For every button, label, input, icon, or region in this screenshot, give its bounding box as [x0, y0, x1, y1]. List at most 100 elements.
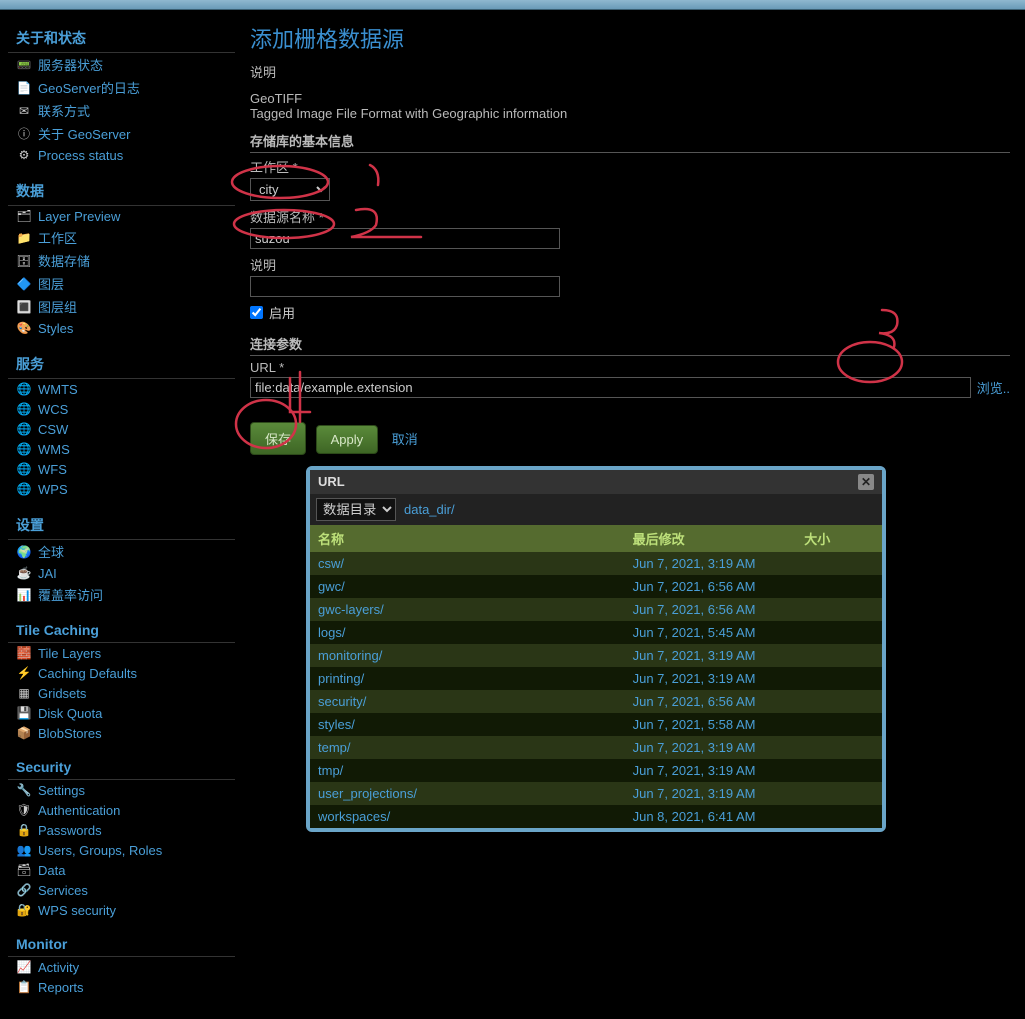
cancel-button[interactable]: 取消	[388, 423, 422, 454]
menu-icon: 🔧	[16, 782, 32, 798]
folder-link[interactable]: logs/	[318, 625, 345, 640]
table-row[interactable]: printing/Jun 7, 2021, 3:19 AM	[310, 667, 882, 690]
menu-icon: 🌍	[16, 544, 32, 560]
breadcrumb[interactable]: data_dir/	[404, 502, 455, 517]
sidebar-item-services[interactable]: 🔗Services	[8, 880, 235, 900]
sidebar-item-passwords[interactable]: 🔒Passwords	[8, 820, 235, 840]
folder-link[interactable]: temp/	[318, 740, 351, 755]
sidebar-item--[interactable]: ✉联系方式	[8, 99, 235, 122]
sidebar-item--[interactable]: 🔳图层组	[8, 295, 235, 318]
modified-cell: Jun 7, 2021, 3:19 AM	[625, 667, 797, 690]
sidebar-item-settings[interactable]: 🔧Settings	[8, 780, 235, 800]
window-titlebar	[0, 0, 1025, 10]
sidebar-item-reports[interactable]: 📋Reports	[8, 977, 235, 997]
folder-link[interactable]: csw/	[318, 556, 344, 571]
col-name[interactable]: 名称	[310, 525, 625, 552]
size-cell	[796, 713, 882, 736]
apply-button[interactable]: Apply	[316, 425, 379, 454]
sidebar-item--[interactable]: 🔷图层	[8, 272, 235, 295]
datasource-name-input[interactable]	[250, 228, 560, 249]
sidebar-item-authentication[interactable]: 🛡Authentication	[8, 800, 235, 820]
sidebar-item-gridsets[interactable]: ▦Gridsets	[8, 683, 235, 703]
table-row[interactable]: csw/Jun 7, 2021, 3:19 AM	[310, 552, 882, 575]
modified-cell: Jun 8, 2021, 6:41 AM	[625, 805, 797, 828]
folder-link[interactable]: printing/	[318, 671, 364, 686]
sidebar-item--[interactable]: 🗄数据存储	[8, 249, 235, 272]
url-label: URL *	[250, 360, 1010, 375]
table-row[interactable]: gwc/Jun 7, 2021, 6:56 AM	[310, 575, 882, 598]
folder-link[interactable]: user_projections/	[318, 786, 417, 801]
sidebar-item-activity[interactable]: 📈Activity	[8, 957, 235, 977]
folder-link[interactable]: workspaces/	[318, 809, 390, 824]
sidebar-item-wmts[interactable]: 🌐WMTS	[8, 379, 235, 399]
sidebar-item-data[interactable]: 🗃Data	[8, 860, 235, 880]
table-row[interactable]: styles/Jun 7, 2021, 5:58 AM	[310, 713, 882, 736]
menu-icon: 🌐	[16, 461, 32, 477]
menu-icon: 🎨	[16, 320, 32, 336]
sidebar-item-styles[interactable]: 🎨Styles	[8, 318, 235, 338]
sidebar-item-wfs[interactable]: 🌐WFS	[8, 459, 235, 479]
sidebar-item--geoserver[interactable]: ⓘ关于 GeoServer	[8, 122, 235, 145]
table-row[interactable]: user_projections/Jun 7, 2021, 3:19 AM	[310, 782, 882, 805]
sidebar-item-jai[interactable]: ☕JAI	[8, 563, 235, 583]
sidebar-item--[interactable]: 🌍全球	[8, 540, 235, 563]
col-size[interactable]: 大小	[796, 525, 882, 552]
folder-link[interactable]: security/	[318, 694, 366, 709]
folder-link[interactable]: tmp/	[318, 763, 343, 778]
sidebar-item-blobstores[interactable]: 📦BlobStores	[8, 723, 235, 743]
table-row[interactable]: workspaces/Jun 8, 2021, 6:41 AM	[310, 805, 882, 828]
sidebar-item-wms[interactable]: 🌐WMS	[8, 439, 235, 459]
sidebar-item-disk-quota[interactable]: 💾Disk Quota	[8, 703, 235, 723]
format-desc: Tagged Image File Format with Geographic…	[250, 106, 1010, 121]
folder-link[interactable]: gwc/	[318, 579, 345, 594]
browse-link[interactable]: 浏览..	[977, 378, 1010, 397]
sidebar-item-label: Services	[38, 883, 88, 898]
sidebar-item-wps[interactable]: 🌐WPS	[8, 479, 235, 499]
sidebar-item-layer-preview[interactable]: 🗂Layer Preview	[8, 206, 235, 226]
sidebar-item-label: CSW	[38, 422, 68, 437]
sidebar-item-csw[interactable]: 🌐CSW	[8, 419, 235, 439]
menu-icon: ✉	[16, 103, 32, 119]
sidebar-item-wcs[interactable]: 🌐WCS	[8, 399, 235, 419]
sidebar-item-geoserver-[interactable]: 📄GeoServer的日志	[8, 76, 235, 99]
table-row[interactable]: tmp/Jun 7, 2021, 3:19 AM	[310, 759, 882, 782]
save-button[interactable]: 保存	[250, 422, 306, 455]
file-browser-dialog: URL ✕ 数据目录 data_dir/ 名称 最后修改 大小 csw/Jun …	[306, 466, 886, 832]
table-row[interactable]: gwc-layers/Jun 7, 2021, 6:56 AM	[310, 598, 882, 621]
sidebar-item-label: JAI	[38, 566, 57, 581]
modified-cell: Jun 7, 2021, 3:19 AM	[625, 736, 797, 759]
col-modified[interactable]: 最后修改	[625, 525, 797, 552]
sidebar-item-label: Gridsets	[38, 686, 86, 701]
sidebar-item--[interactable]: 📁工作区	[8, 226, 235, 249]
table-row[interactable]: temp/Jun 7, 2021, 3:19 AM	[310, 736, 882, 759]
folder-link[interactable]: gwc-layers/	[318, 602, 384, 617]
root-selector[interactable]: 数据目录	[316, 498, 396, 521]
modified-cell: Jun 7, 2021, 6:56 AM	[625, 690, 797, 713]
modified-cell: Jun 7, 2021, 5:58 AM	[625, 713, 797, 736]
menu-icon: 📟	[16, 57, 32, 73]
close-icon[interactable]: ✕	[858, 474, 874, 490]
url-input[interactable]	[250, 377, 971, 398]
table-row[interactable]: monitoring/Jun 7, 2021, 3:19 AM	[310, 644, 882, 667]
enabled-checkbox[interactable]	[250, 306, 263, 319]
sidebar-item-label: 覆盖率访问	[38, 585, 103, 604]
workspace-select[interactable]: city	[250, 178, 330, 201]
sidebar-item-tile-layers[interactable]: 🧱Tile Layers	[8, 643, 235, 663]
description-input[interactable]	[250, 276, 560, 297]
sidebar-item-label: 数据存储	[38, 251, 90, 270]
menu-icon: 🧱	[16, 645, 32, 661]
table-row[interactable]: logs/Jun 7, 2021, 5:45 AM	[310, 621, 882, 644]
sidebar-item--[interactable]: 📟服务器状态	[8, 53, 235, 76]
size-cell	[796, 736, 882, 759]
table-row[interactable]: security/Jun 7, 2021, 6:56 AM	[310, 690, 882, 713]
sidebar-item-label: Data	[38, 863, 65, 878]
sidebar-item-caching-defaults[interactable]: ⚡Caching Defaults	[8, 663, 235, 683]
folder-link[interactable]: styles/	[318, 717, 355, 732]
sidebar-item--[interactable]: 📊覆盖率访问	[8, 583, 235, 606]
sidebar-item-label: 图层组	[38, 297, 77, 316]
sidebar-item-wps-security[interactable]: 🔐WPS security	[8, 900, 235, 920]
folder-link[interactable]: monitoring/	[318, 648, 382, 663]
sidebar-item-process-status[interactable]: ⚙Process status	[8, 145, 235, 165]
sidebar-item-users-groups-roles[interactable]: 👥Users, Groups, Roles	[8, 840, 235, 860]
menu-icon: 🗂	[16, 208, 32, 224]
